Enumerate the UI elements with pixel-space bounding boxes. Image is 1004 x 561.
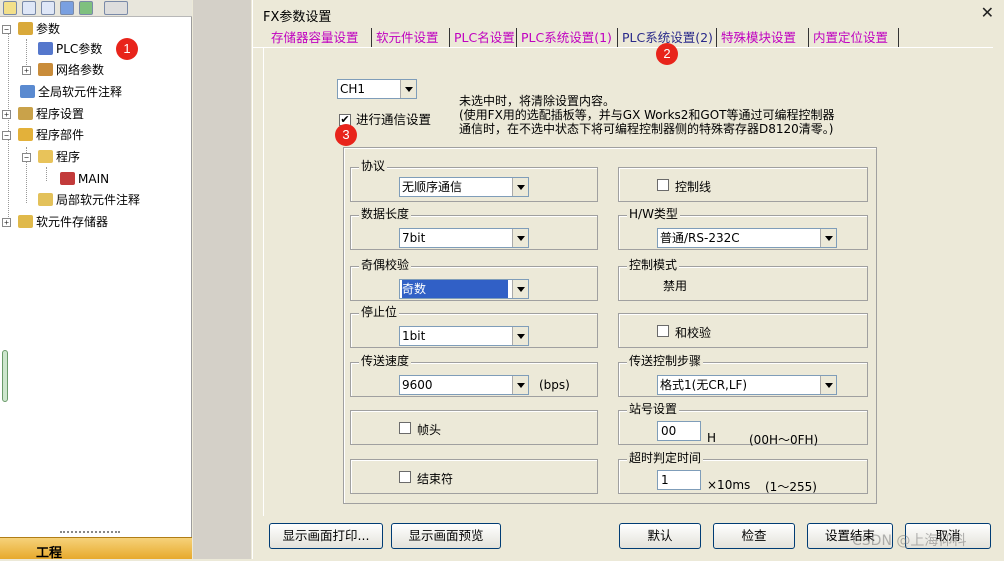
timeout-group: 超时判定时间 1 ×10ms (1～255) [618, 451, 868, 494]
tree-item-local-comment[interactable]: 局部软元件注释 [38, 190, 140, 210]
stop-bit-group: 停止位 1bit [350, 305, 598, 348]
control-line-group: 控制线 [618, 167, 868, 202]
protocol-group: 协议 无顺序通信 [350, 159, 598, 202]
default-button[interactable]: 默认 [619, 523, 701, 549]
header-group: 帧头 [350, 410, 598, 445]
transfer-control-select[interactable]: 格式1(无CR,LF) [657, 375, 837, 395]
workspace-background [193, 0, 251, 559]
data-length-select[interactable]: 7bit [399, 228, 529, 248]
new-icon[interactable] [3, 1, 17, 15]
folder-open-icon [38, 150, 53, 163]
comment-folder-icon [38, 193, 53, 206]
chevron-down-icon [512, 178, 528, 196]
header-label: 帧头 [417, 423, 442, 437]
step-badge-3: 3 [335, 124, 357, 146]
folder-open-icon [18, 128, 33, 141]
control-line-checkbox[interactable] [657, 179, 669, 191]
tab-positioning[interactable]: 内置定位设置 [809, 28, 899, 48]
timeout-input[interactable]: 1 [657, 470, 701, 490]
step-badge-1: 1 [116, 38, 138, 60]
terminator-group: 结束符 [350, 459, 598, 494]
control-mode-value: 禁用 [663, 279, 688, 293]
transfer-control-group: 传送控制步骤 格式1(无CR,LF) [618, 354, 868, 397]
network-icon [38, 63, 53, 76]
control-line-label: 控制线 [675, 180, 712, 194]
channel-select[interactable]: CH1 [337, 79, 417, 99]
sum-check-label: 和校验 [675, 326, 712, 340]
note-line-3: 通信时，在不选中状态下将可编程控制器侧的特殊寄存器D8120清零。) [459, 122, 834, 136]
chevron-down-icon [512, 229, 528, 247]
chevron-down-icon [512, 376, 528, 394]
comment-icon [20, 85, 35, 98]
chevron-down-icon [512, 327, 528, 345]
baud-select[interactable]: 9600 [399, 375, 529, 395]
project-tab[interactable]: 工程 [0, 537, 192, 561]
comm-settings-panel: 协议 无顺序通信 数据长度 7bit 奇偶校验 奇数 停止位 1bit 传送速度… [343, 147, 877, 504]
data-length-group: 数据长度 7bit [350, 207, 598, 250]
hw-type-select[interactable]: 普通/RS-232C [657, 228, 837, 248]
baud-unit: (bps) [539, 378, 570, 392]
info-icon[interactable] [60, 1, 74, 15]
baud-group: 传送速度 9600 (bps) [350, 354, 598, 397]
note-line-2: (使用FX用的选配插板等，并与GX Works2和GOT等通过可编程控制器 [459, 108, 835, 122]
refresh-icon[interactable] [79, 1, 93, 15]
station-range: (00H～0FH) [749, 433, 819, 447]
timeout-unit: ×10ms [707, 478, 751, 492]
protocol-select[interactable]: 无顺序通信 [399, 177, 529, 197]
control-mode-group: 控制模式 禁用 [618, 258, 868, 301]
terminator-label: 结束符 [417, 472, 454, 486]
splitter-grip[interactable] [60, 531, 120, 534]
preview-screen-button[interactable]: 显示画面预览 [391, 523, 501, 549]
parity-group: 奇偶校验 奇数 [350, 258, 598, 301]
project-tree-panel: − 参数 PLC参数 + 网络参数 全局软元件注释 + 程序设置 − 程序部件 … [0, 0, 192, 561]
close-icon[interactable]: ✕ [981, 3, 994, 22]
tab-special-module[interactable]: 特殊模块设置 [717, 28, 809, 48]
tree-toolbar [0, 0, 192, 17]
parameter-icon [38, 42, 53, 55]
tab-plc-name[interactable]: PLC名设置 [450, 28, 517, 48]
stop-bit-select[interactable]: 1bit [399, 326, 529, 346]
sum-check-group: 和校验 [618, 313, 868, 348]
ladder-program-icon [60, 172, 75, 185]
sum-check-checkbox[interactable] [657, 325, 669, 337]
memory-icon [18, 215, 33, 228]
terminator-checkbox[interactable] [399, 471, 411, 483]
station-input[interactable]: 00 [657, 421, 701, 441]
check-button[interactable]: 检查 [713, 523, 795, 549]
timeout-range: (1～255) [765, 480, 817, 494]
tree-item-plc-parameters[interactable]: PLC参数 [38, 39, 102, 59]
note-line-1: 未选中时，将清除设置内容。 [459, 94, 616, 108]
hw-type-group: H/W类型 普通/RS-232C [618, 207, 868, 250]
fx-parameter-dialog: FX参数设置 ✕ 存储器容量设置 软元件设置 PLC名设置 PLC系统设置(1)… [252, 0, 1004, 559]
dialog-title: FX参数设置 [263, 10, 332, 25]
parity-select[interactable]: 奇数 [399, 279, 529, 299]
chevron-down-icon [400, 80, 416, 98]
chevron-down-icon [512, 280, 528, 298]
settings-dropdown-icon[interactable] [104, 1, 128, 15]
tab-device[interactable]: 软元件设置 [372, 28, 450, 48]
copy-icon[interactable] [22, 1, 36, 15]
chevron-down-icon [820, 229, 836, 247]
station-unit: H [707, 431, 717, 445]
tab-plc-system-1[interactable]: PLC系统设置(1) [517, 28, 618, 48]
program-settings-icon [18, 107, 33, 120]
header-checkbox[interactable] [399, 422, 411, 434]
folder-icon [18, 22, 33, 35]
tree-item-global-comment[interactable]: 全局软元件注释 [20, 82, 122, 102]
chevron-down-icon [820, 376, 836, 394]
comm-setting-label: 进行通信设置 [356, 112, 432, 127]
print-screen-button[interactable]: 显示画面打印... [269, 523, 383, 549]
paste-icon[interactable] [41, 1, 55, 15]
tree-item-main[interactable]: MAIN [60, 169, 109, 189]
station-group: 站号设置 00 H (00H～0FH) [618, 402, 868, 447]
side-scroll-handle[interactable] [2, 350, 8, 402]
tab-memory-capacity[interactable]: 存储器容量设置 [267, 28, 372, 48]
watermark: CSDN @上海仰科 [852, 533, 967, 549]
